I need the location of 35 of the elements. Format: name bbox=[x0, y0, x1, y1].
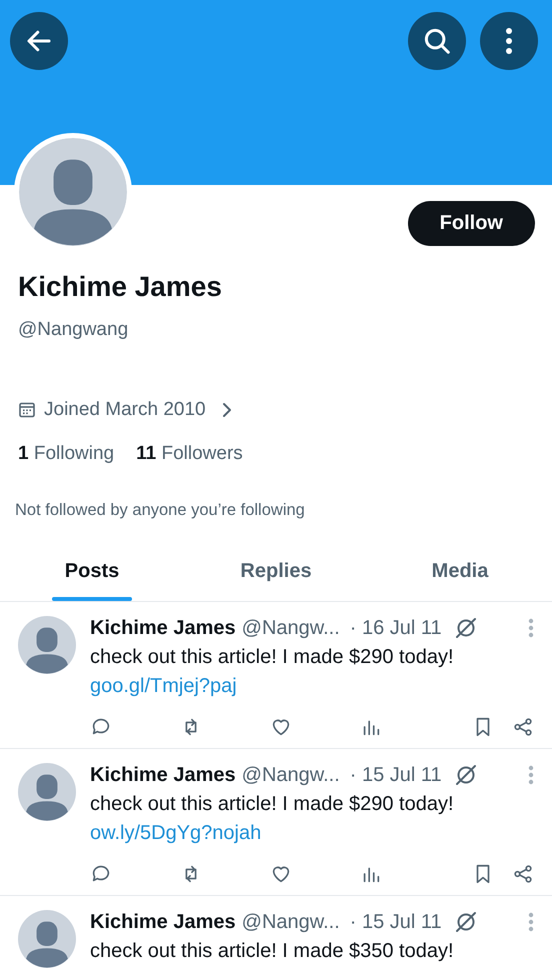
avatar-icon bbox=[18, 616, 76, 674]
followed-by-note: Not followed by anyone you’re following bbox=[15, 501, 306, 520]
post-link[interactable]: ow.ly/5DgYg?nojah bbox=[90, 822, 262, 845]
share-icon[interactable] bbox=[512, 716, 534, 738]
avatar-icon bbox=[18, 910, 76, 968]
share-icon[interactable] bbox=[512, 863, 534, 885]
slashed-circle-icon[interactable] bbox=[454, 763, 478, 787]
author-name: Kichime James bbox=[90, 616, 236, 640]
avatar-icon bbox=[18, 763, 76, 821]
author-handle: @Nangw... bbox=[242, 616, 340, 640]
slashed-circle-icon[interactable] bbox=[454, 910, 478, 934]
post-text: check out this article! I made $290 today! bbox=[90, 793, 455, 816]
calendar-icon bbox=[18, 401, 36, 419]
post-date: · 15 Jul 11 bbox=[350, 764, 442, 786]
profile-name: Kichime James bbox=[18, 271, 223, 303]
post-text: check out this article! I made $290 today! bbox=[90, 646, 455, 669]
post-text: check out this article! I made $350 today! bbox=[90, 940, 455, 963]
tab[interactable]: Posts bbox=[0, 546, 184, 601]
profile-handle: @Nangwang bbox=[18, 319, 130, 341]
author-handle: @Nangw... bbox=[242, 764, 340, 786]
tab[interactable]: Replies bbox=[184, 546, 368, 601]
search-icon[interactable] bbox=[422, 26, 452, 56]
post-date: · 15 Jul 11 bbox=[350, 910, 442, 934]
author-name: Kichime James bbox=[90, 910, 236, 934]
author-name: Kichime James bbox=[90, 764, 236, 786]
post-date: · 16 Jul 11 bbox=[350, 616, 442, 640]
follow-button[interactable]: Follow bbox=[408, 201, 535, 246]
slashed-circle-icon[interactable] bbox=[454, 616, 478, 640]
tab[interactable]: Media bbox=[368, 546, 552, 601]
joined-date: Joined March 2010 bbox=[44, 399, 206, 421]
followers-link[interactable]: 11 Followers bbox=[136, 443, 243, 465]
author-handle: @Nangw... bbox=[242, 910, 340, 934]
more-icon[interactable] bbox=[505, 27, 513, 55]
post-link[interactable]: goo.gl/Tmjej?paj bbox=[90, 675, 237, 698]
following-link[interactable]: 1 Following bbox=[18, 443, 114, 465]
